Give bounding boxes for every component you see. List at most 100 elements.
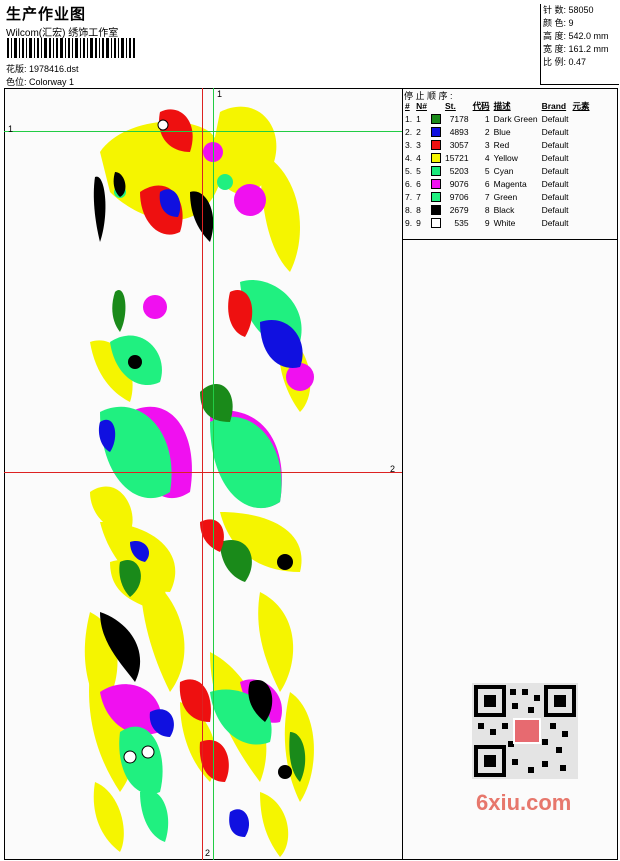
design-height: 高 度: 542.0 mm [543,31,609,41]
needle-number: 9 [416,217,421,228]
table-bottom-rule [402,239,618,240]
color-description: Magenta [493,178,527,189]
row-index: 8. [405,204,413,215]
embroidery-design [84,106,314,857]
stitch-count: 9706 [449,191,469,202]
color-swatch [430,191,441,202]
row-index: 5. [405,165,413,176]
guide-line-vertical-2 [202,88,203,860]
color-swatch-cell [429,216,443,229]
color-description: Cyan [493,165,514,176]
company-name: Wilcom(汇宏) 绣饰工作室 [6,28,119,39]
color-description: Blue [493,126,511,137]
stats-panel: 针 数: 58050 颜 色: 9 高 度: 542.0 mm 宽 度: 161… [540,4,619,85]
color-swatch [430,113,441,124]
color-code: 8 [484,204,490,215]
stitch-count: 9076 [449,178,469,189]
color-swatch-cell [429,203,443,216]
element-cell [571,151,592,164]
color-swatch-cell [429,164,443,177]
table-row: 5. 5 5203 5 Cyan Default [403,164,592,177]
color-code: 3 [484,139,490,150]
element-cell [571,190,592,203]
color-swatch [430,165,441,176]
color-count: 颜 色: 9 [543,18,574,28]
table-row: 1. 1 7178 1 Dark Green Default [403,112,592,125]
table-row: 7. 7 9706 7 Green Default [403,190,592,203]
col-header: N# [416,101,427,111]
row-index: 3. [405,139,413,150]
color-swatch-cell [429,177,443,190]
needle-number: 8 [416,204,421,215]
needle-number: 2 [416,126,421,137]
color-swatch-cell [429,112,443,125]
row-index: 7. [405,191,413,202]
guide-line-horizontal-1 [4,131,402,132]
color-description: Black [493,204,515,215]
thread-brand: Default [541,191,569,202]
color-code: 6 [484,178,490,189]
color-swatch [430,139,441,150]
row-index: 1. [405,113,413,124]
element-cell [571,177,592,190]
table-row: 3. 3 3057 3 Red Default [403,138,592,151]
guide-label-top-v: 1 [217,89,223,99]
stitch-count: 5203 [449,165,469,176]
element-cell [571,112,592,125]
design-width: 宽 度: 161.2 mm [543,44,609,54]
guide-label-mid-h: 2 [390,464,396,474]
color-description: White [493,217,516,228]
element-cell [571,125,592,138]
row-index: 4. [405,152,413,163]
design-scale: 比 例: 0.47 [543,57,587,67]
element-cell [571,203,592,216]
color-swatch [430,126,441,137]
color-code: 5 [484,165,490,176]
needle-number: 5 [416,165,421,176]
stitch-count: 3057 [449,139,469,150]
color-swatch-cell [429,125,443,138]
table-row: 8. 8 2679 8 Black Default [403,203,592,216]
color-code: 4 [484,152,490,163]
stitch-count: 4893 [449,126,469,137]
row-index: 2. [405,126,413,137]
colorway-label: 色位: Colorway 1 [6,77,75,87]
col-header: 元素 [572,101,590,111]
col-header: 代码 [472,101,490,111]
thread-brand: Default [541,126,569,137]
color-description: Red [493,139,510,150]
needle-number: 6 [416,178,421,189]
color-sequence-table: # N# St. 代码 描述 Brand 元素 1. 1 7178 1 Dark Gre… [403,100,592,229]
stitch-count: 7178 [449,113,469,124]
stitch-count: 2679 [449,204,469,215]
thread-brand: Default [541,178,569,189]
color-code: 1 [484,113,490,124]
color-swatch [430,152,441,163]
element-cell [571,164,592,177]
stitch-count: 15721 [444,152,469,163]
qr-code [472,683,578,779]
guide-label-top-h: 1 [8,124,14,134]
guide-line-vertical-1 [213,88,214,860]
table-row: 2. 2 4893 2 Blue Default [403,125,592,138]
color-code: 2 [484,126,490,137]
table-row: 4. 4 15721 4 Yellow Default [403,151,592,164]
guide-line-horizontal-2 [4,472,402,473]
col-header: 描述 [493,101,511,111]
color-swatch-cell [429,151,443,164]
col-header [429,100,443,112]
row-index: 9. [405,217,413,228]
col-header: Brand [541,101,567,111]
color-code: 9 [484,217,490,228]
element-cell [571,216,592,229]
stitch-count: 535 [454,217,469,228]
needle-number: 3 [416,139,421,150]
qr-pattern [474,685,576,777]
color-swatch [430,178,441,189]
col-header: St. [444,101,456,111]
element-cell [571,138,592,151]
table-header-row: # N# St. 代码 描述 Brand 元素 [403,100,592,112]
color-swatch-cell [429,190,443,203]
color-description: Green [493,191,518,202]
watermark: 6xiu.com [476,790,572,815]
